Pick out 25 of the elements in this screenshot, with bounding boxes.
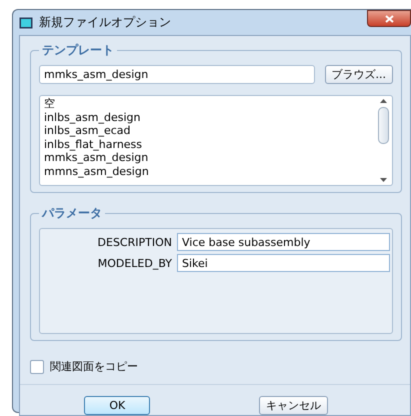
close-button[interactable] [367, 10, 411, 27]
browse-button[interactable]: ブラウズ... [324, 65, 393, 84]
list-item[interactable]: inlbs_flat_harness [44, 138, 371, 151]
scrollbar-thumb[interactable] [378, 107, 389, 144]
window-title: 新規ファイルオプション [39, 14, 172, 31]
list-item[interactable]: mmks_asm_design [44, 151, 371, 164]
close-icon [384, 14, 394, 22]
group-label: パラメータ [40, 205, 103, 222]
list-item[interactable]: inlbs_asm_ecad [44, 124, 371, 138]
list-item[interactable]: mmns_asm_design [44, 164, 371, 178]
group-label: テンプレート [41, 42, 115, 59]
scroll-down-icon[interactable] [380, 178, 387, 182]
parameter-name: DESCRIPTION [96, 236, 172, 248]
parameter-field[interactable]: Sikei [177, 254, 390, 272]
list-item[interactable]: inlbs_asm_design [44, 110, 371, 124]
parameter-name: MODELED_BY [96, 256, 172, 270]
ok-button[interactable]: OK [84, 396, 150, 415]
checkbox[interactable] [30, 360, 44, 374]
checkbox-label: 関連図面をコピー [50, 359, 138, 374]
template-field[interactable]: mmks_asm_design [39, 65, 314, 84]
parameter-field[interactable]: Vice base subassembly [177, 233, 390, 251]
cancel-button[interactable]: キャンセル [258, 396, 328, 415]
scroll-up-icon[interactable] [380, 99, 387, 103]
list-item[interactable]: 空 [44, 97, 371, 110]
window-icon [19, 16, 33, 28]
